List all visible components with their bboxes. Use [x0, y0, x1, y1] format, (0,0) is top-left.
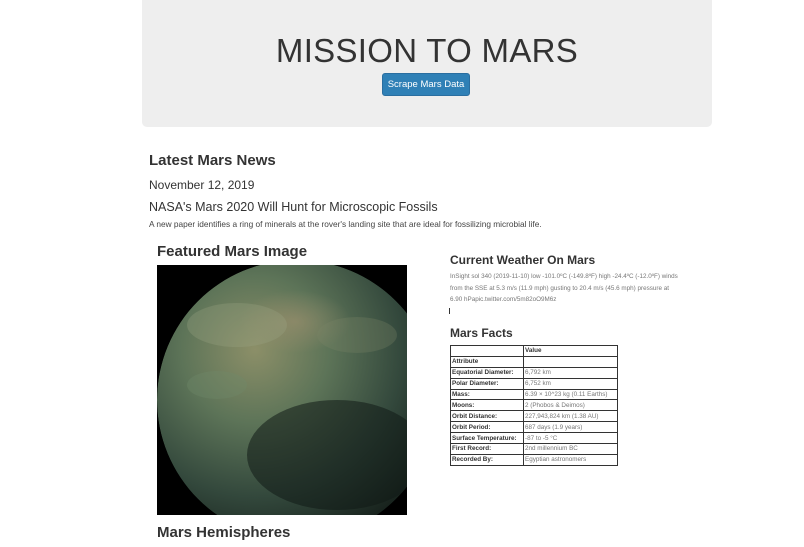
planet-image — [157, 260, 437, 540]
table-row: Polar Diameter: 6,752 km — [450, 377, 618, 390]
table-header-row: Value — [450, 345, 618, 357]
table-index-row: Attribute — [450, 355, 618, 368]
fact-value: -87 to -5 °C — [523, 432, 618, 445]
table-header-value: Value — [523, 345, 618, 357]
table-row: Recorded By: Egyptian astronomers — [450, 453, 618, 466]
header-jumbotron: MISSION TO MARS — [142, 0, 712, 127]
news-date: November 12, 2019 — [149, 178, 255, 192]
weather-text: InSight sol 340 (2019-11-10) low -101.0º… — [450, 273, 678, 303]
hemispheres-heading: Mars Hemispheres — [157, 524, 291, 541]
fact-attribute: Surface Temperature: — [450, 432, 524, 445]
fact-attribute: Recorded By: — [450, 453, 524, 466]
fact-value: 687 days (1.9 years) — [523, 421, 618, 434]
fact-attribute: Moons: — [450, 399, 524, 412]
fact-attribute: Mass: — [450, 388, 524, 401]
table-header-blank — [450, 345, 524, 357]
weather-heading: Current Weather On Mars — [450, 253, 596, 267]
news-paragraph: A new paper identifies a ring of mineral… — [149, 219, 542, 229]
fact-value: 6,792 km — [523, 366, 618, 379]
featured-image-heading: Featured Mars Image — [157, 243, 308, 260]
fact-attribute: First Record: — [450, 443, 524, 455]
table-row: Surface Temperature: -87 to -5 °C — [450, 432, 618, 445]
fact-value: 6.39 × 10^23 kg (0.11 Earths) — [523, 388, 618, 401]
table-row: Equatorial Diameter: 6,792 km — [450, 366, 618, 379]
page-title: MISSION TO MARS — [275, 32, 579, 69]
text-cursor — [449, 308, 450, 314]
featured-mars-image — [157, 260, 437, 540]
table-row: Orbit Distance: 227,943,824 km (1.38 AU) — [450, 410, 618, 423]
fact-attribute: Equatorial Diameter: — [450, 366, 524, 379]
news-title: NASA's Mars 2020 Will Hunt for Microscop… — [149, 200, 438, 214]
table-row: Moons: 2 (Phobos & Deimos) — [450, 399, 618, 412]
table-row: Orbit Period: 687 days (1.9 years) — [450, 421, 618, 434]
mars-facts-table: Value Attribute Equatorial Diameter: 6,79… — [450, 345, 618, 466]
scrape-mars-data-button[interactable]: Scrape Mars Data — [382, 73, 470, 96]
fact-attribute: Polar Diameter: — [450, 377, 524, 390]
table-index-label: Attribute — [450, 355, 524, 368]
latest-news-heading: Latest Mars News — [149, 152, 276, 169]
fact-attribute: Orbit Period: — [450, 421, 524, 434]
table-index-blank — [523, 355, 618, 368]
table-row: First Record: 2nd millennium BC — [450, 443, 618, 455]
fact-value: 6,752 km — [523, 377, 618, 390]
fact-value: 2 (Phobos & Deimos) — [523, 399, 618, 412]
fact-attribute: Orbit Distance: — [450, 410, 524, 423]
fact-value: 2nd millennium BC — [523, 443, 618, 455]
fact-value: 227,943,824 km (1.38 AU) — [523, 410, 618, 423]
table-row: Mass: 6.39 × 10^23 kg (0.11 Earths) — [450, 388, 618, 401]
fact-value: Egyptian astronomers — [523, 453, 618, 466]
mars-facts-heading: Mars Facts — [450, 326, 513, 340]
